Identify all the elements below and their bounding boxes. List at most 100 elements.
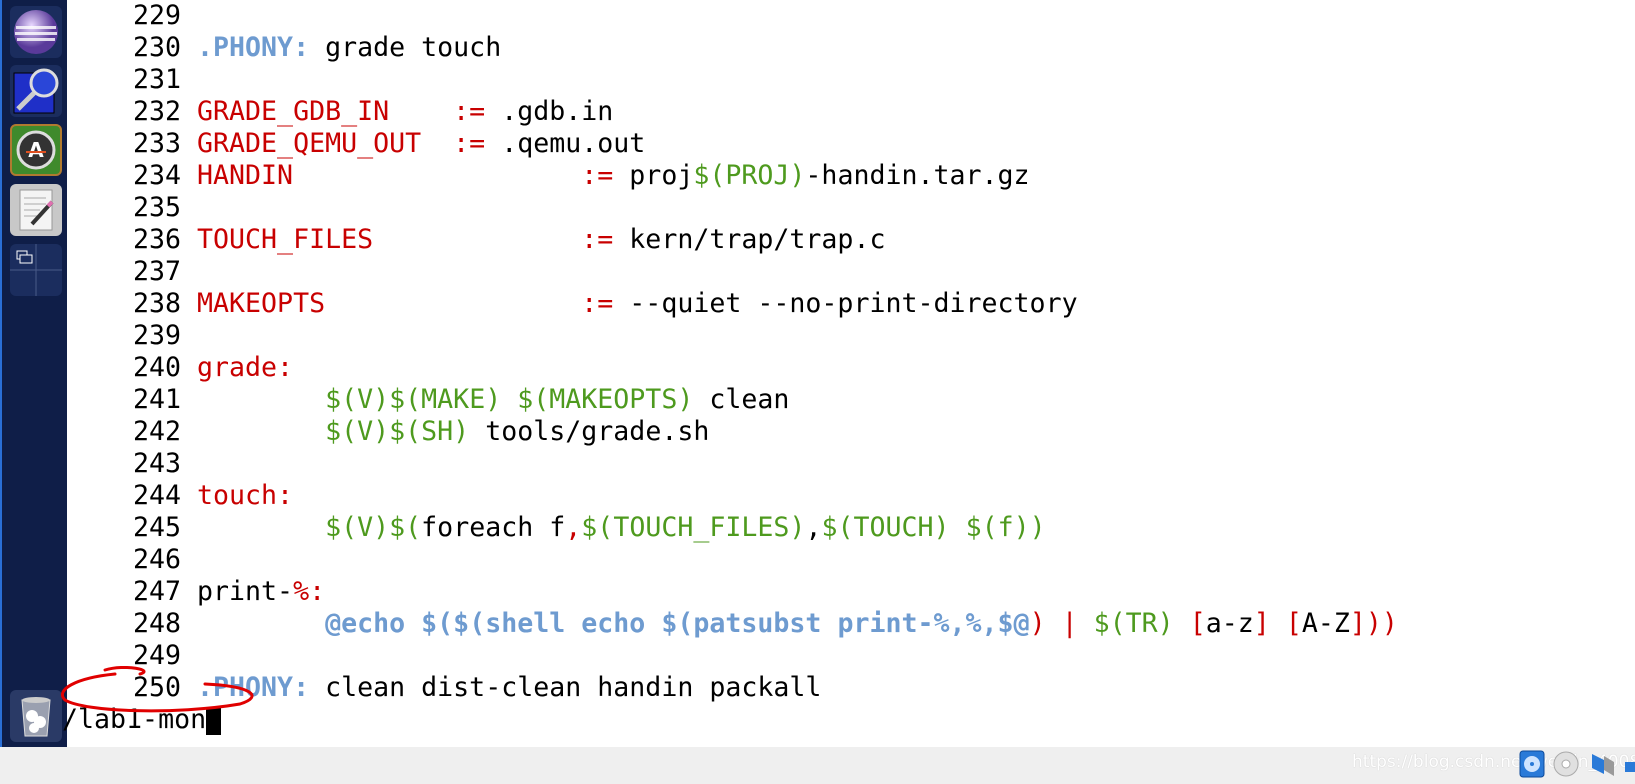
line-number: 243 — [133, 448, 182, 479]
code-token: .qemu.out — [485, 128, 646, 159]
code-token: -handin.tar.gz — [805, 160, 1030, 191]
code-line: 241 $(V)$(MAKE) $(MAKEOPTS) clean — [133, 384, 789, 416]
line-number: 233 — [133, 128, 182, 159]
code-token: $(TOUCH_FILES) — [581, 512, 806, 543]
line-number: 248 — [133, 608, 182, 639]
line-number: 236 — [133, 224, 182, 255]
code-token: foreach f — [421, 512, 566, 543]
code-line: 250 .PHONY: clean dist-clean handin packa… — [133, 672, 821, 704]
code-token: GRADE_QEMU_OUT := — [197, 128, 486, 159]
code-line: 235 — [133, 192, 197, 224]
line-number: 235 — [133, 192, 182, 223]
code-token: touch: — [197, 480, 294, 511]
code-line: 238 MAKEOPTS := --quiet --no-print-direct… — [133, 288, 1078, 320]
code-token: tools/grade.sh — [469, 416, 710, 447]
search-command-text: /lab1-mon — [62, 704, 207, 735]
code-token: | — [1061, 608, 1078, 639]
code-token: MAKEOPTS := — [197, 288, 614, 319]
code-token: --quiet --no-print-directory — [613, 288, 1078, 319]
code-token: $(PROJ) — [693, 160, 806, 191]
code-line: 233 GRADE_QEMU_OUT := .qemu.out — [133, 128, 645, 160]
line-number: 238 — [133, 288, 182, 319]
code-line: 234 HANDIN := proj$(PROJ)-handin.tar.gz — [133, 160, 1030, 192]
audio-icon[interactable] — [1590, 750, 1616, 778]
code-token: HANDIN := — [197, 160, 614, 191]
code-token: , — [565, 512, 582, 543]
search-tool-icon[interactable] — [10, 65, 62, 117]
update-manager-icon[interactable]: A — [10, 124, 62, 176]
text-cursor — [206, 706, 222, 735]
code-token: .PHONY: — [197, 32, 310, 63]
trash-icon[interactable] — [10, 690, 62, 742]
code-token: ) — [1029, 608, 1046, 639]
code-line: 237 — [133, 256, 197, 288]
line-number: 250 — [133, 672, 182, 703]
code-line: 236 TOUCH_FILES := kern/trap/trap.c — [133, 224, 885, 256]
code-token: GRADE_GDB_IN := — [197, 96, 486, 127]
code-token: clean — [693, 384, 790, 415]
code-token: , — [805, 512, 822, 543]
code-token: proj — [613, 160, 694, 191]
code-line: 239 — [133, 320, 197, 352]
optical-drive-icon[interactable] — [1553, 750, 1579, 778]
line-number: 246 — [133, 544, 182, 575]
code-token: A-Z — [1301, 608, 1350, 639]
hard-disk-icon[interactable] — [1519, 750, 1545, 778]
code-line: 231 — [133, 64, 197, 96]
code-line: 242 $(V)$(SH) tools/grade.sh — [133, 416, 709, 448]
editor[interactable]: 229 230 .PHONY: grade touch 231 232 GRADE_GDB… — [0, 0, 1635, 747]
code-token: .PHONY: — [197, 672, 310, 703]
line-number: 234 — [133, 160, 182, 191]
code-line: 229 — [133, 0, 197, 32]
code-token: grade touch — [309, 32, 502, 63]
line-number: 244 — [133, 480, 182, 511]
code-token: %: — [293, 576, 326, 607]
line-number: 231 — [133, 64, 182, 95]
line-number: 247 — [133, 576, 182, 607]
code-token: [ — [1285, 608, 1302, 639]
workspace-switcher-icon[interactable] — [10, 244, 62, 296]
code-token: grade: — [197, 352, 294, 383]
line-number: 249 — [133, 640, 182, 671]
line-number: 237 — [133, 256, 182, 287]
line-number: 242 — [133, 416, 182, 447]
code-token: $(V)$(SH) — [325, 416, 470, 447]
code-line: 230 .PHONY: grade touch — [133, 32, 501, 64]
code-line: 246 — [133, 544, 197, 576]
code-token: print- — [197, 576, 294, 607]
code-token: clean dist-clean handin packall — [309, 672, 822, 703]
code-token: .gdb.in — [485, 96, 614, 127]
command-line[interactable]: /lab1-mon — [62, 704, 222, 736]
code-token: ])) — [1349, 608, 1398, 639]
code-line: 240 grade: — [133, 352, 293, 384]
line-number: 239 — [133, 320, 182, 351]
code-token: @echo $($(shell echo $(patsubst print-%,… — [325, 608, 1030, 639]
text-editor-icon[interactable] — [10, 184, 62, 236]
code-token: $(V)$(MAKE) $(MAKEOPTS) — [325, 384, 694, 415]
code-line: 232 GRADE_GDB_IN := .gdb.in — [133, 96, 613, 128]
eclipse-icon[interactable] — [10, 6, 62, 58]
line-number: 230 — [133, 32, 182, 63]
code-line: 244 touch: — [133, 480, 293, 512]
code-token: kern/trap/trap.c — [613, 224, 886, 255]
code-token: ] — [1253, 608, 1270, 639]
display-icon[interactable] — [1624, 750, 1635, 778]
code-line: 245 $(V)$(foreach f,$(TOUCH_FILES),$(TOU… — [133, 512, 1046, 544]
line-number: 245 — [133, 512, 182, 543]
code-line: 243 — [133, 448, 197, 480]
code-token: TOUCH_FILES := — [197, 224, 614, 255]
line-number: 232 — [133, 96, 182, 127]
code-token: $(V)$( — [325, 512, 422, 543]
launcher-sidebar: A — [0, 0, 67, 747]
line-number: 240 — [133, 352, 182, 383]
code-token: $(TR) — [1093, 608, 1174, 639]
line-number: 241 — [133, 384, 182, 415]
